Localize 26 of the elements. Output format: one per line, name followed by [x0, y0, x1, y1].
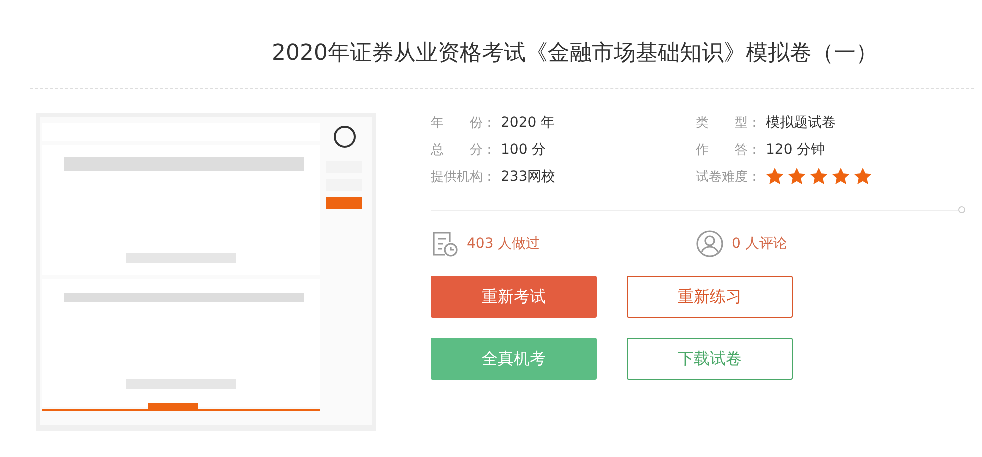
stat-count: 0 人评论	[732, 235, 788, 253]
field-label: 总 分：	[431, 142, 497, 158]
field-label: 提供机构：	[431, 168, 497, 186]
action-button[interactable]: 下载试卷	[627, 338, 793, 380]
user-icon	[696, 230, 724, 258]
star-icon	[854, 168, 872, 185]
field-value: 233网校	[501, 168, 556, 186]
action-button[interactable]: 重新练习	[627, 276, 793, 318]
stat-count: 403 人做过	[467, 235, 540, 253]
star-icon	[832, 168, 850, 185]
star-icon	[788, 168, 806, 185]
field-label: 试卷难度：	[696, 168, 762, 186]
field-value: 2020 年	[501, 114, 556, 132]
star-icon	[766, 168, 784, 185]
field-label: 年 份：	[431, 114, 497, 132]
page-title: 2020年证券从业资格考试《金融市场基础知识》模拟卷（一）	[272, 40, 879, 68]
field-value: 模拟题试卷	[766, 114, 836, 132]
action-button[interactable]: 全真机考	[431, 338, 597, 380]
star-icon	[810, 168, 828, 185]
clipboard-clock-icon	[431, 230, 459, 258]
ring-icon	[958, 206, 966, 214]
field-value: 100 分	[501, 140, 546, 158]
field-label: 类 型：	[696, 114, 762, 132]
field-value: 120 分钟	[766, 140, 826, 158]
action-button[interactable]: 重新考试	[431, 276, 597, 318]
field-label: 作 答：	[696, 142, 762, 158]
